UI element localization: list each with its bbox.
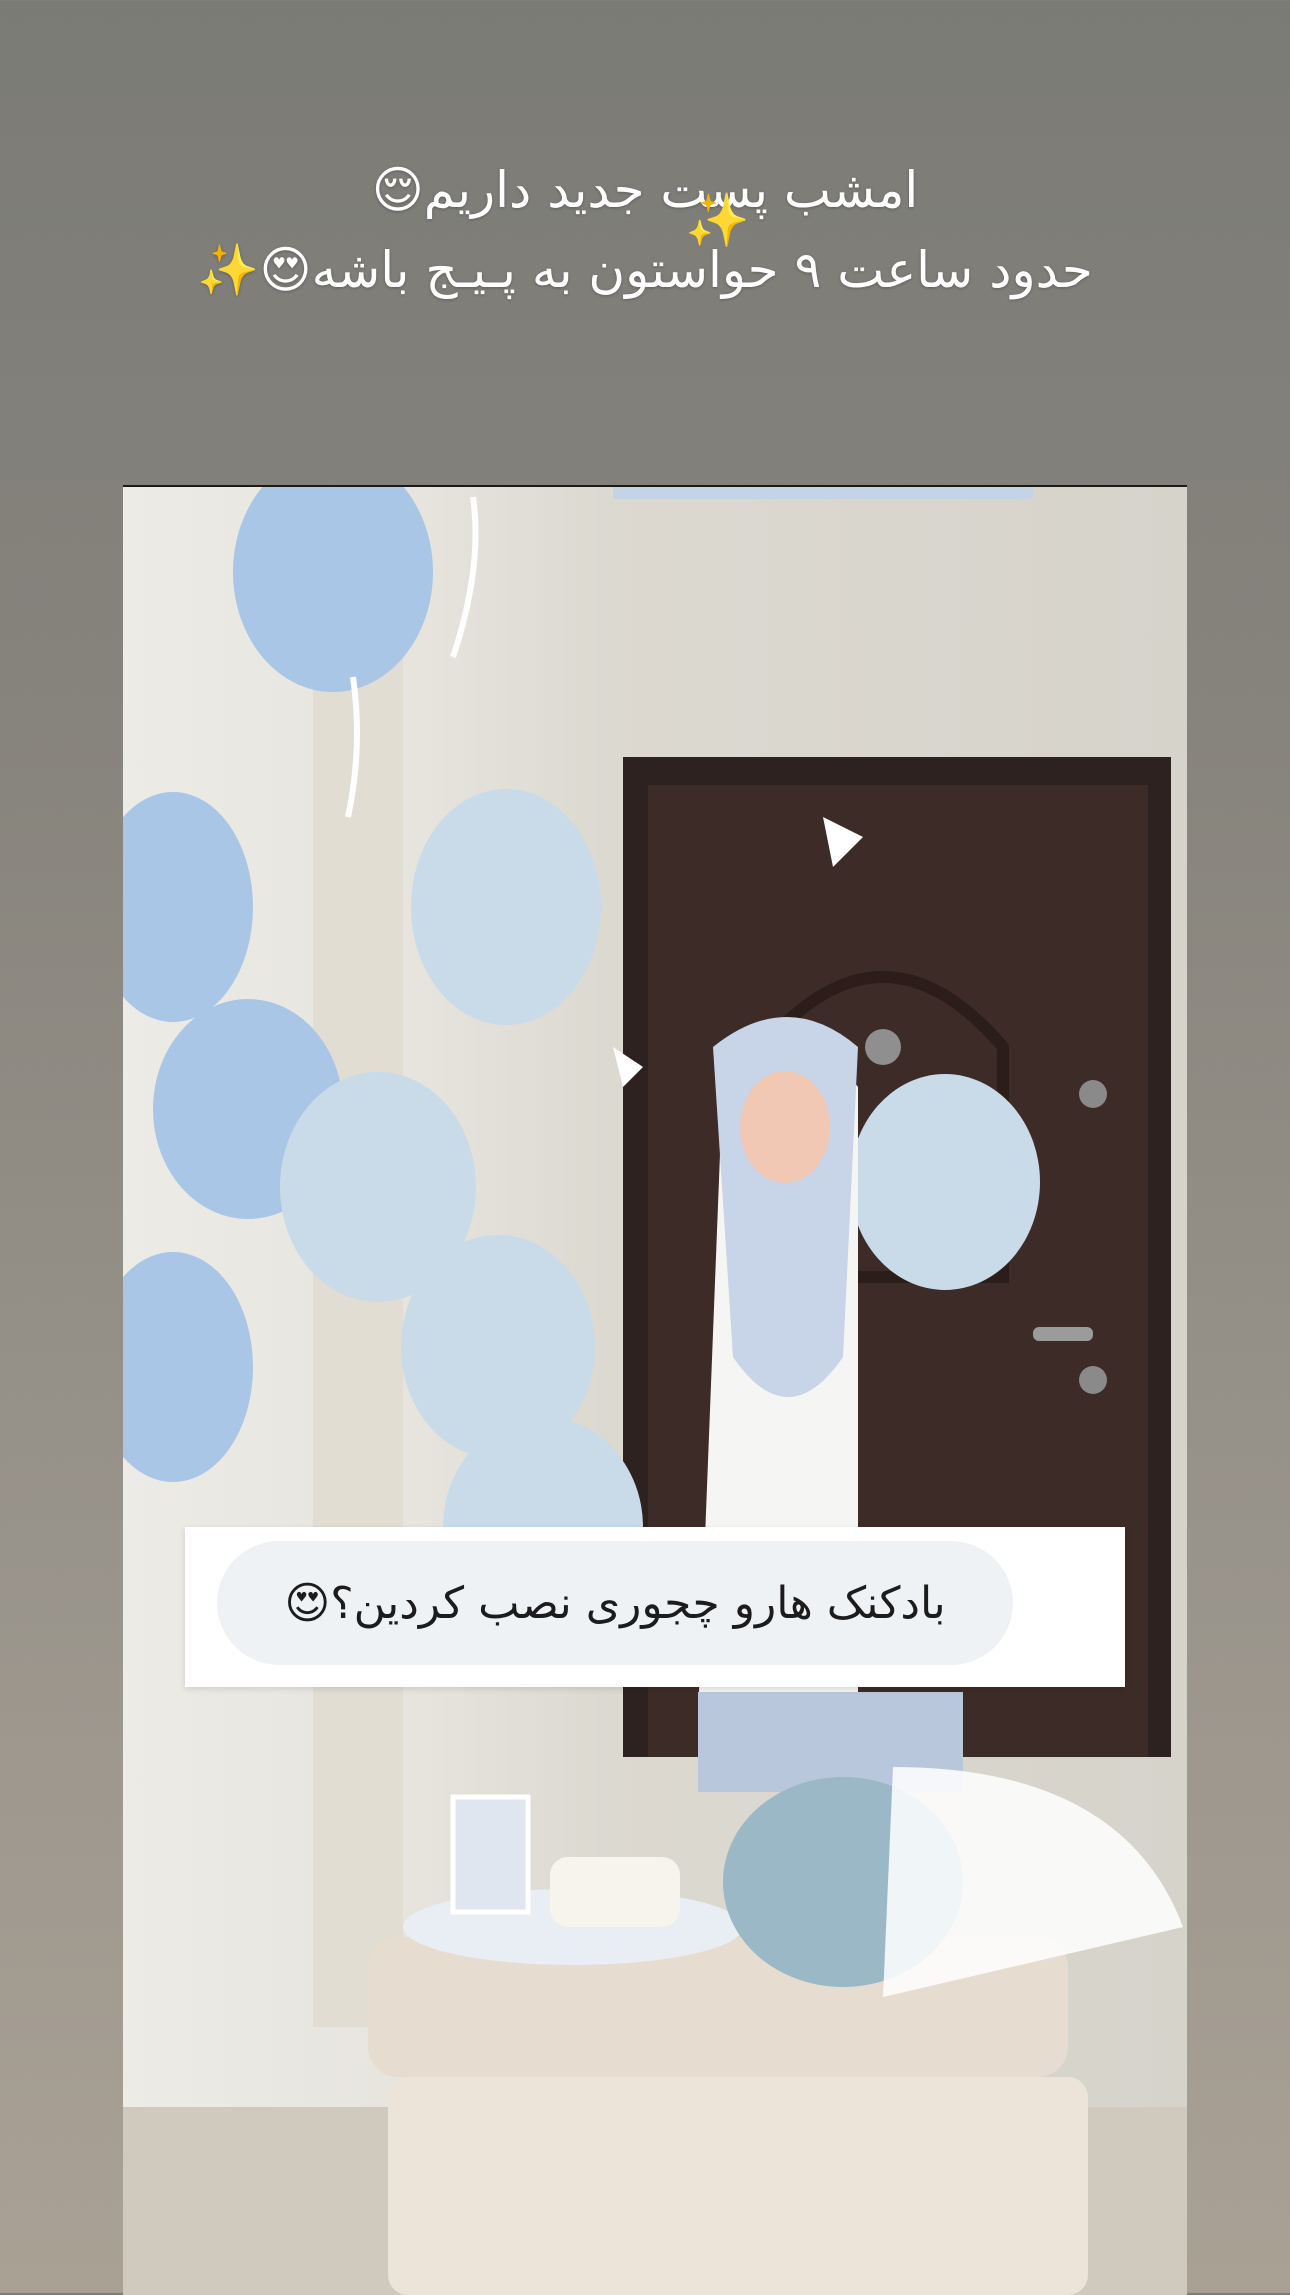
balloon	[123, 1252, 253, 1482]
ottoman-base	[388, 2077, 1088, 2295]
question-text-pill: بادکنک هارو چجوری نصب کردین؟😍	[217, 1541, 1013, 1665]
door-lock	[1079, 1080, 1107, 1108]
caption-line-1: امشب پست جدید داریم😌	[371, 161, 919, 219]
door-peephole	[865, 1029, 901, 1065]
question-sticker[interactable]: بادکنک هارو چجوری نصب کردین؟😍	[185, 1527, 1125, 1687]
sparkle-icon: ✨	[685, 191, 750, 251]
door-lock-lower	[1079, 1366, 1107, 1394]
ceiling-light	[613, 487, 1033, 499]
person-face	[740, 1071, 830, 1183]
balloon	[850, 1074, 1040, 1290]
door-handle	[1033, 1327, 1093, 1341]
story-caption: امشب پست جدید داریم😌 حدود ساعت ۹ حواستون…	[0, 150, 1290, 310]
ribbon	[450, 496, 479, 658]
photo-frame	[450, 1794, 531, 1915]
story-photo	[123, 485, 1187, 2295]
question-text: بادکنک هارو چجوری نصب کردین؟😍	[284, 1577, 946, 1629]
balloon	[411, 789, 601, 1025]
photo-illustration	[123, 487, 1187, 2295]
caption-line-2: حدود ساعت ۹ حواستون به پـیـج باشه😍✨	[197, 241, 1093, 299]
cake	[550, 1857, 680, 1927]
balloon	[123, 792, 253, 1022]
wall-pillar	[313, 627, 403, 2027]
